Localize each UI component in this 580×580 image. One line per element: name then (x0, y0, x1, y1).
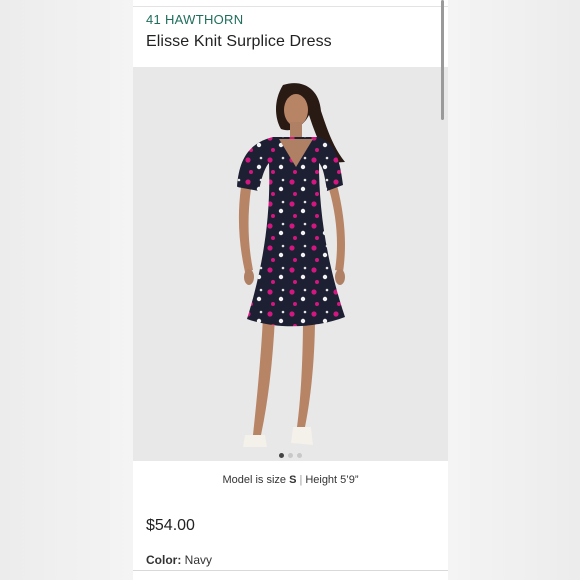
product-image-carousel[interactable] (133, 67, 448, 461)
product-image (237, 83, 345, 447)
separator: | (299, 474, 303, 486)
right-background (448, 0, 580, 580)
divider (133, 6, 448, 7)
color-row: Color: Navy (146, 553, 212, 567)
color-label: Color: (146, 553, 182, 567)
scrollbar[interactable] (441, 0, 444, 120)
model-info: Model is size S | Height 5’9” (133, 474, 448, 486)
price: $54.00 (146, 517, 195, 534)
model-size: S (289, 474, 297, 486)
model-size-prefix: Model is size (222, 474, 290, 486)
product-card: 41 HAWTHORN Elisse Knit Surplice Dress M… (133, 0, 448, 580)
carousel-dot[interactable] (297, 453, 302, 458)
divider (133, 570, 448, 571)
carousel-indicators (133, 445, 448, 463)
brand-link[interactable]: 41 HAWTHORN (146, 12, 243, 27)
color-value: Navy (184, 553, 213, 567)
carousel-dot[interactable] (279, 453, 284, 458)
model-height-prefix: Height (305, 474, 341, 486)
left-background (0, 0, 133, 580)
model-height: 5’9” (340, 474, 359, 486)
product-title: Elisse Knit Surplice Dress (146, 33, 332, 50)
carousel-dot[interactable] (288, 453, 293, 458)
